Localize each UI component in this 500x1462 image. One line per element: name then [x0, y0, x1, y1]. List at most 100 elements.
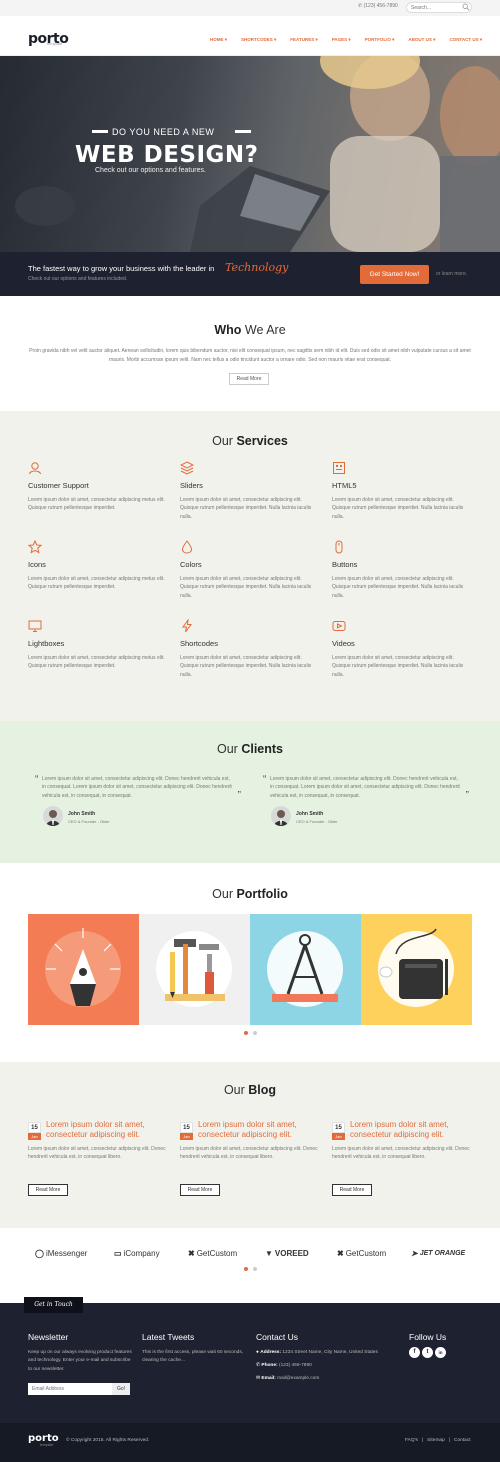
clients-title: Our Clients — [0, 740, 500, 758]
client-logo-getcustom[interactable]: ✖ GetCustom — [188, 1248, 237, 1260]
post-read-more-button[interactable]: Read More — [332, 1184, 372, 1196]
map-marker-icon: ● — [256, 1350, 259, 1355]
contact-phone: ✆ Phone: (123) 456-7890 — [256, 1362, 401, 1370]
logos-pagination — [244, 1267, 257, 1271]
service-desc: Lorem ipsum dolor sit amet, consectetur … — [332, 496, 464, 520]
portfolio-item-tools[interactable] — [139, 914, 250, 1025]
get-started-button[interactable]: Get Started Now! — [360, 265, 429, 284]
bolt-icon — [182, 619, 192, 633]
blog-title-bold: Blog — [248, 1083, 277, 1097]
testimonial-quote: Lorem ipsum dolor sit amet, consectetur … — [35, 772, 241, 801]
services-title-light: Our — [212, 434, 237, 448]
post-day: 15 — [28, 1122, 41, 1133]
client-logo-getcustom-2[interactable]: ✖ GetCustom — [337, 1248, 386, 1260]
portfolio-item-tablet[interactable] — [361, 914, 472, 1025]
footer-links: FAQ's | Sitemap | Contact — [405, 1438, 471, 1445]
hero-subtitle: Check out our options and features. — [95, 167, 206, 174]
testimonial-author: John Smith — [296, 811, 324, 817]
post-title[interactable]: Lorem ipsum dolor sit amet, consectetur … — [198, 1120, 323, 1141]
tweets-title: Latest Tweets — [142, 1332, 195, 1342]
play-icon — [332, 621, 346, 631]
pagination-dot-2[interactable] — [253, 1267, 257, 1271]
post-date: 15 Jan — [180, 1122, 193, 1142]
nav-shortcodes[interactable]: SHORTCODES ▾ — [241, 37, 276, 44]
close-quote-icon: ” — [465, 790, 469, 802]
email-value[interactable]: mail@example.com — [277, 1376, 319, 1381]
pagination-dot-1[interactable] — [244, 1031, 248, 1035]
service-item: Sliders Lorem ipsum dolor sit amet, cons… — [180, 461, 320, 521]
who-read-more-button[interactable]: Read More — [229, 373, 269, 385]
portfolio-title-bold: Portfolio — [236, 887, 288, 901]
post-title[interactable]: Lorem ipsum dolor sit amet, consectetur … — [350, 1120, 475, 1141]
post-title[interactable]: Lorem ipsum dolor sit amet, consectetur … — [46, 1120, 171, 1141]
cta-highlight: Technology — [225, 261, 289, 274]
nav-pages[interactable]: PAGES ▾ — [332, 37, 351, 44]
nav-features[interactable]: FEATURES ▾ — [290, 37, 317, 44]
client-logo-imessenger[interactable]: ◯ iMessenger — [35, 1248, 87, 1260]
tools-illustration — [156, 931, 232, 1007]
who-we-are-text: Proin gravida nibh vel velit auctor aliq… — [29, 348, 471, 363]
get-in-touch-tab: Get in Touch — [24, 1297, 83, 1313]
service-item: Lightboxes Lorem ipsum dolor sit amet, c… — [28, 619, 168, 671]
pagination-dot-1[interactable] — [244, 1267, 248, 1271]
post-day: 15 — [180, 1122, 193, 1133]
service-desc: Lorem ipsum dolor sit amet, consectetur … — [28, 654, 165, 670]
portfolio-title: Our Portfolio — [0, 885, 500, 903]
portfolio-item-compass[interactable] — [250, 914, 361, 1025]
service-desc: Lorem ipsum dolor sit amet, consectetur … — [180, 575, 312, 599]
client-logo-jetorange[interactable]: ➤ JET ORANGE — [411, 1248, 465, 1260]
phone-label: Phone: — [261, 1363, 278, 1368]
linkedin-icon[interactable]: in — [435, 1347, 446, 1358]
user-icon — [29, 462, 41, 475]
newsletter-go-button[interactable]: Go! — [112, 1383, 130, 1395]
mouse-icon — [335, 540, 343, 554]
newsletter-email-input[interactable] — [28, 1383, 112, 1395]
service-item: Colors Lorem ipsum dolor sit amet, conse… — [180, 540, 320, 600]
quote-text: Lorem ipsum dolor sit amet, consectetur … — [42, 776, 232, 799]
post-read-more-button[interactable]: Read More — [28, 1184, 68, 1196]
link-separator: | — [448, 1438, 451, 1443]
sitemap-link[interactable]: Sitemap — [427, 1438, 445, 1445]
newsletter-title: Newsletter — [28, 1332, 69, 1342]
contact-link[interactable]: Contact — [454, 1438, 471, 1445]
portfolio-item-design[interactable] — [28, 914, 139, 1025]
link-separator: | — [421, 1438, 424, 1443]
service-title: Colors — [180, 560, 202, 569]
portfolio-title-light: Our — [212, 887, 237, 901]
testimonial: Lorem ipsum dolor sit amet, consectetur … — [263, 772, 469, 801]
x-mark-icon: ✖ — [337, 1249, 344, 1258]
twitter-icon[interactable]: t — [422, 1347, 433, 1358]
post-read-more-button[interactable]: Read More — [180, 1184, 220, 1196]
services-title: Our Services — [0, 432, 500, 450]
service-desc: Lorem ipsum dolor sit amet, consectetur … — [332, 654, 464, 678]
nav-home[interactable]: HOME ▾ — [210, 37, 227, 44]
testimonial-role: CEO & Founder - Okler — [68, 819, 110, 824]
follow-title: Follow Us — [409, 1332, 447, 1342]
drop-icon — [181, 540, 193, 554]
service-title: Shortcodes — [180, 639, 218, 648]
post-excerpt: Lorem ipsum dolor sit amet, consectetur … — [332, 1146, 470, 1161]
client-logo-voreed[interactable]: ▼ VOREED — [265, 1248, 309, 1260]
service-title: Sliders — [180, 481, 203, 490]
pagination-dot-2[interactable] — [253, 1031, 257, 1035]
search-icon[interactable] — [462, 3, 470, 11]
chat-bubble-icon: ◯ — [35, 1249, 44, 1258]
service-item: Buttons Lorem ipsum dolor sit amet, cons… — [332, 540, 472, 600]
faq-link[interactable]: FAQ's — [405, 1438, 418, 1445]
client-logo-label: GetCustom — [196, 1249, 238, 1258]
footer-logo-tagline: template — [40, 1443, 54, 1447]
who-title-rest: We Are — [241, 323, 286, 337]
blog-title-light: Our — [223, 1083, 249, 1097]
client-logo-icompany[interactable]: ▭ iCompany — [114, 1248, 160, 1260]
service-desc: Lorem ipsum dolor sit amet, consectetur … — [28, 496, 165, 512]
learn-more-link[interactable]: or learn more. — [436, 271, 467, 278]
nav-contact-us[interactable]: CONTACT US ▾ — [449, 37, 482, 44]
portfolio-pagination — [244, 1031, 257, 1035]
who-we-are-title: Who We Are — [0, 321, 500, 339]
who-title-bold: Who — [214, 323, 242, 337]
service-title: HTML5 — [332, 481, 357, 490]
star-icon — [28, 540, 42, 554]
nav-portfolio[interactable]: PORTFOLIO ▾ — [365, 37, 395, 44]
facebook-icon[interactable]: f — [409, 1347, 420, 1358]
nav-about-us[interactable]: ABOUT US ▾ — [408, 37, 435, 44]
